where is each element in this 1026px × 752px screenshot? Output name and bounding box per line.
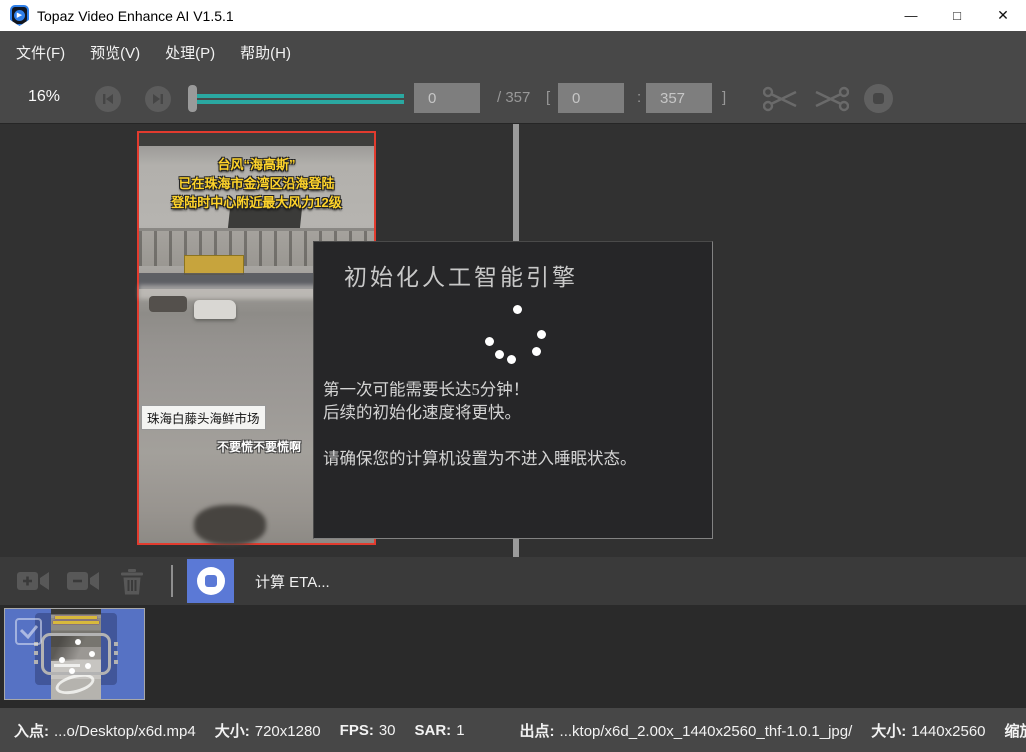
init-ai-engine-dialog: 初始化人工智能引擎 第一次可能需要长达5分钟！ 后续的初始化速度将更快。 请确保… xyxy=(313,241,713,539)
menu-process[interactable]: 处理(P) xyxy=(163,38,217,67)
photo-yellow-sign xyxy=(184,255,244,275)
status-sar: SAR:1 xyxy=(415,722,465,739)
caption-line: 已在珠海市金湾区沿海登陆 xyxy=(139,174,374,193)
caption-line: 台风“海高斯” xyxy=(139,155,374,174)
process-toolbar: 计算 ETA... xyxy=(0,557,1026,605)
status-output-size: 大小:1440x2560 xyxy=(871,720,985,741)
status-bar: 入点:...o/Desktop/x6d.mp4 大小:720x1280 FPS:… xyxy=(0,708,1026,752)
skip-start-icon xyxy=(102,93,114,105)
trim-separator-label: : xyxy=(637,89,641,106)
stop-icon xyxy=(873,93,884,104)
stop-processing-button[interactable] xyxy=(187,559,234,603)
dialog-line: 后续的初始化速度将更快。 xyxy=(323,401,707,424)
checkmark-icon xyxy=(20,625,38,639)
bracket-open-label: [ xyxy=(546,89,550,106)
playback-toolbar: 16% / 357 [ : ] xyxy=(0,73,1026,124)
status-input-path: 入点:...o/Desktop/x6d.mp4 xyxy=(14,720,196,741)
app-logo-icon: ▶ xyxy=(10,5,29,26)
timeline-track xyxy=(197,100,404,104)
minimize-button[interactable]: — xyxy=(888,0,934,31)
menu-help[interactable]: 帮助(H) xyxy=(238,38,293,67)
close-button[interactable]: ✕ xyxy=(980,0,1026,31)
delete-video-button[interactable] xyxy=(118,569,146,595)
stop-processing-icon xyxy=(197,567,225,595)
thumbnail-checkbox[interactable] xyxy=(15,618,42,645)
photo-top-band xyxy=(139,133,374,146)
skip-to-start-button[interactable] xyxy=(95,86,121,112)
photo-car xyxy=(194,300,236,319)
toolbar-divider xyxy=(171,565,173,597)
maximize-button[interactable]: □ xyxy=(934,0,980,31)
video-list-strip xyxy=(0,605,1026,708)
zoom-level-value: 16% xyxy=(28,88,60,106)
video-caption: 台风“海高斯” 已在珠海市金湾区沿海登陆 登陆时中心附近最大风力12级 xyxy=(139,155,374,212)
main-preview-area: 台风“海高斯” 已在珠海市金湾区沿海登陆 登陆时中心附近最大风力12级 珠海白藤… xyxy=(0,124,1026,557)
menu-file[interactable]: 文件(F) xyxy=(14,38,67,67)
eta-status-text: 计算 ETA... xyxy=(255,571,330,592)
trim-in-scissors-icon[interactable] xyxy=(763,85,799,113)
stop-preview-button[interactable] xyxy=(864,84,893,113)
dialog-line: 第一次可能需要长达5分钟！ xyxy=(323,378,707,401)
play-logo-icon: ▶ xyxy=(14,10,25,21)
remove-video-button[interactable] xyxy=(66,569,100,593)
menu-preview[interactable]: 预览(V) xyxy=(88,38,142,67)
title-bar: ▶ Topaz Video Enhance AI V1.5.1 — □ ✕ xyxy=(0,0,1026,31)
window-controls: — □ ✕ xyxy=(888,0,1026,31)
market-label: 珠海白藤头海鲜市场 xyxy=(141,405,266,430)
thumbnail-spinner-icon xyxy=(57,637,101,677)
current-frame-input[interactable] xyxy=(414,83,480,113)
window-title: Topaz Video Enhance AI V1.5.1 xyxy=(37,8,234,24)
trim-end-input[interactable] xyxy=(646,83,712,113)
loading-spinner-icon xyxy=(475,297,565,377)
skip-end-icon xyxy=(152,93,164,105)
timeline-track xyxy=(197,94,404,98)
photo-debris xyxy=(194,505,266,545)
caption-line: 登陆时中心附近最大风力12级 xyxy=(139,193,374,212)
total-frames-label: / 357 xyxy=(497,89,530,106)
dialog-line: 请确保您的计算机设置为不进入睡眠状态。 xyxy=(323,447,707,470)
timeline-slider[interactable] xyxy=(188,73,404,124)
trim-out-scissors-icon[interactable] xyxy=(813,85,849,113)
trim-start-input[interactable] xyxy=(558,83,624,113)
photo-car xyxy=(149,296,187,312)
status-output-path: 出点:...ktop/x6d_2.00x_1440x2560_thf-1.0.1… xyxy=(520,720,853,741)
status-scale: 缩放:200% xyxy=(1005,720,1026,741)
overlay-subtitle: 不要慌不要慌啊 xyxy=(217,438,301,455)
dialog-title: 初始化人工智能引擎 xyxy=(344,258,578,292)
add-video-button[interactable] xyxy=(16,569,50,593)
dialog-body: 第一次可能需要长达5分钟！ 后续的初始化速度将更快。 请确保您的计算机设置为不进… xyxy=(323,378,707,470)
timeline-handle[interactable] xyxy=(188,85,197,112)
status-fps: FPS:30 xyxy=(340,722,396,739)
skip-to-end-button[interactable] xyxy=(145,86,171,112)
bracket-close-label: ] xyxy=(722,89,726,106)
status-input-size: 大小:720x1280 xyxy=(215,720,321,741)
video-thumbnail-selected[interactable] xyxy=(4,608,145,700)
menu-bar: 文件(F) 预览(V) 处理(P) 帮助(H) xyxy=(0,31,1026,73)
app-window: ▶ Topaz Video Enhance AI V1.5.1 — □ ✕ 文件… xyxy=(0,0,1026,752)
